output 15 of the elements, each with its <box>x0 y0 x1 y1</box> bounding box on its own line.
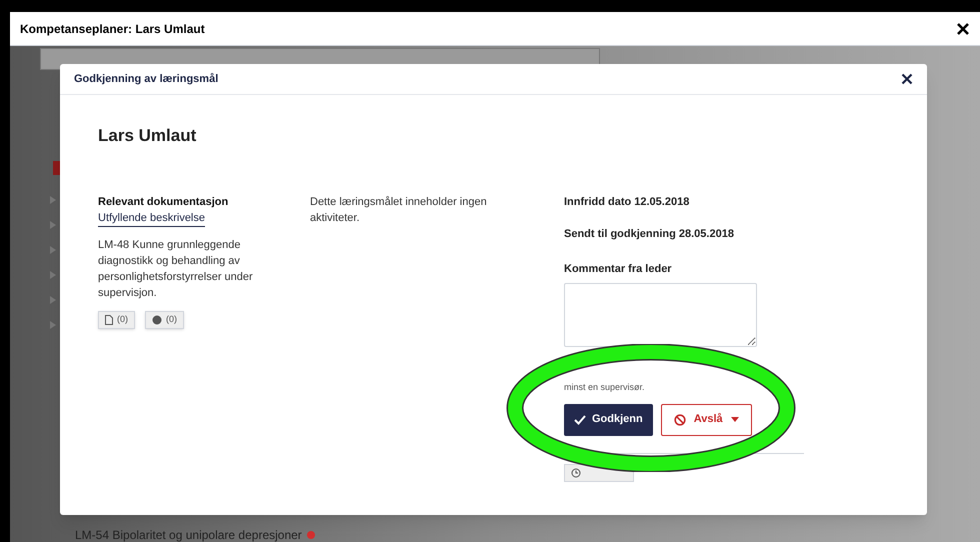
supervisor-note: minst en supervisør. <box>564 381 646 394</box>
documents-button[interactable]: (0) <box>98 311 135 329</box>
goal-description: LM-48 Kunne grunnleggende diagnostikk og behandling av personlighetsforstyrrelser under supervisjon. <box>98 238 254 301</box>
person-name: Lars Umlaut <box>98 125 198 147</box>
reject-button[interactable]: Avslå <box>660 404 752 436</box>
window-title: Kompetanseplaner: Lars Umlaut <box>20 20 205 38</box>
activities-note: Dette læringsmålet inneholder ingen aktiviteter. <box>310 194 488 226</box>
sent-date: Sendt til godkjenning 28.05.2018 <box>564 227 735 242</box>
comment-label: Kommentar fra leder <box>564 262 673 276</box>
section-heading: Relevant dokumentasjon <box>98 194 230 210</box>
fulfilled-date: Innfridd dato 12.05.2018 <box>564 194 690 210</box>
approve-button[interactable]: Godkjenn <box>564 404 653 436</box>
comments-button[interactable]: (0) <box>145 311 184 329</box>
dialog-title: Godkjenning av læringsmål <box>74 72 218 87</box>
description-link[interactable]: Utfyllende beskrivelse <box>98 211 205 227</box>
